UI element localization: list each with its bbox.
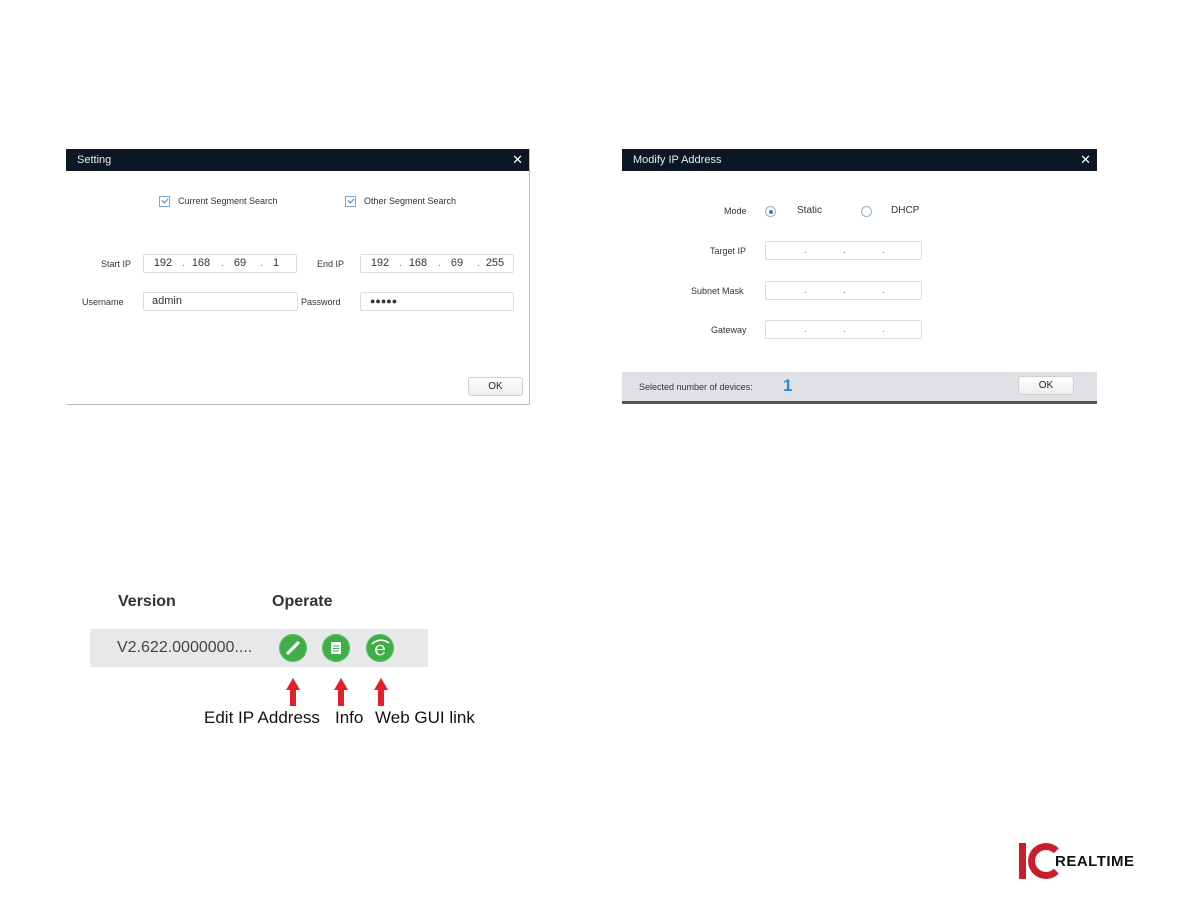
end-ip-octet-1[interactable]: 192 — [363, 255, 397, 272]
setting-dialog: Setting ✕ Current Segment Search Other S… — [66, 149, 530, 405]
other-segment-checkbox[interactable] — [345, 196, 356, 207]
modify-ip-title: Modify IP Address — [633, 154, 722, 166]
subnet-mask-label: Subnet Mask — [691, 286, 744, 296]
password-value: ●●●●● — [370, 296, 398, 306]
selected-devices-count: 1 — [783, 376, 793, 395]
end-ip-octet-2[interactable]: 168 — [401, 255, 435, 272]
ip-dot: . — [882, 245, 885, 256]
version-cell: V2.622.0000000.... — [117, 639, 253, 656]
logo-mark — [1018, 842, 1064, 882]
ip-dot: . — [882, 324, 885, 335]
current-segment-checkbox[interactable] — [159, 196, 170, 207]
ic-realtime-logo: REALTIME — [1018, 842, 1134, 882]
current-segment-label: Current Segment Search — [178, 196, 278, 206]
end-ip-octet-4[interactable]: 255 — [478, 255, 512, 272]
device-table: Version Operate V2.622.0000000.... e — [90, 588, 430, 670]
caption-edit-ip: Edit IP Address — [204, 708, 320, 727]
ip-dot: . — [843, 245, 846, 256]
arrow-up-icon — [285, 678, 301, 706]
modify-ip-titlebar: Modify IP Address ✕ — [622, 149, 1097, 171]
ip-dot: . — [804, 324, 807, 335]
dhcp-radio[interactable] — [861, 206, 872, 217]
table-row[interactable]: V2.622.0000000.... e — [90, 629, 428, 667]
start-ip-octet-2[interactable]: 168 — [184, 255, 218, 272]
end-ip-label: End IP — [317, 259, 345, 269]
setting-title: Setting — [77, 154, 112, 166]
operate-header: Operate — [272, 593, 333, 610]
start-ip-octet-3[interactable]: 69 — [223, 255, 257, 272]
static-radio[interactable] — [765, 206, 776, 217]
start-ip-octet-1[interactable]: 192 — [146, 255, 180, 272]
subnet-mask-field[interactable]: . . . — [765, 281, 922, 300]
arrow-up-icon — [373, 678, 389, 706]
caption-web-gui: Web GUI link — [375, 708, 475, 727]
end-ip-octet-3[interactable]: 69 — [440, 255, 474, 272]
web-gui-icon[interactable]: e — [366, 634, 394, 662]
close-icon[interactable]: ✕ — [1080, 149, 1091, 171]
start-ip-octet-4[interactable]: 1 — [259, 255, 293, 272]
close-icon[interactable]: ✕ — [512, 149, 523, 171]
target-ip-field[interactable]: . . . — [765, 241, 922, 260]
ip-dot: . — [804, 245, 807, 256]
modify-ip-dialog: Modify IP Address ✕ Mode Static DHCP Tar… — [622, 149, 1097, 404]
ok-button[interactable]: OK — [1018, 376, 1074, 395]
ip-dot: . — [804, 285, 807, 296]
static-label: Static — [797, 205, 823, 216]
mode-label: Mode — [724, 206, 747, 216]
setting-titlebar: Setting ✕ — [66, 149, 529, 171]
username-label: Username — [82, 297, 124, 307]
username-value: admin — [152, 295, 182, 307]
password-input[interactable]: ●●●●● — [360, 292, 514, 311]
ip-dot: . — [882, 285, 885, 296]
gateway-field[interactable]: . . . — [765, 320, 922, 339]
version-header: Version — [118, 593, 176, 610]
end-ip-field[interactable]: 192 . 168 . 69 . 255 — [360, 254, 514, 273]
modify-ip-footer: Selected number of devices: 1 OK — [622, 372, 1097, 404]
logo-text: REALTIME — [1055, 853, 1135, 870]
start-ip-label: Start IP — [101, 259, 132, 269]
ip-dot: . — [843, 324, 846, 335]
dhcp-label: DHCP — [891, 205, 920, 216]
other-segment-label: Other Segment Search — [364, 196, 457, 206]
username-input[interactable]: admin — [143, 292, 298, 311]
arrow-up-icon — [333, 678, 349, 706]
selected-devices-label: Selected number of devices: — [639, 382, 753, 392]
target-ip-label: Target IP — [710, 246, 747, 256]
start-ip-field[interactable]: 192 . 168 . 69 . 1 — [143, 254, 297, 273]
ok-button[interactable]: OK — [468, 377, 523, 396]
ip-dot: . — [843, 285, 846, 296]
gateway-label: Gateway — [711, 325, 747, 335]
password-label: Password — [301, 297, 341, 307]
edit-ip-icon[interactable] — [279, 634, 307, 662]
info-icon[interactable] — [322, 634, 350, 662]
caption-info: Info — [335, 708, 364, 727]
